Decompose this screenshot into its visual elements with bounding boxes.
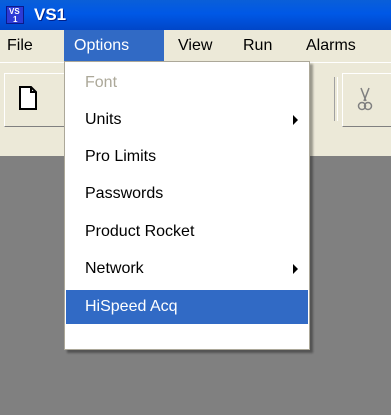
- menu-item-network-label: Network: [85, 260, 144, 277]
- menu-item-product-rocket[interactable]: Product Rocket: [66, 215, 308, 249]
- options-dropdown-menu: Font Units Pro Limits Passwords Product …: [64, 61, 310, 350]
- app-icon[interactable]: VS 1: [6, 6, 24, 24]
- menu-item-units[interactable]: Units: [66, 103, 308, 137]
- cut-button[interactable]: [342, 73, 391, 127]
- menu-alarms[interactable]: Alarms: [299, 30, 363, 62]
- window-title: VS1: [34, 5, 67, 24]
- submenu-arrow-icon: [293, 115, 298, 125]
- new-document-icon: [19, 86, 37, 115]
- menu-item-units-label: Units: [85, 111, 122, 128]
- menu-item-product-rocket-label: Product Rocket: [85, 223, 195, 240]
- menu-item-passwords[interactable]: Passwords: [66, 177, 308, 211]
- menu-item-font-label: Font: [85, 74, 118, 91]
- menu-item-font[interactable]: Font: [66, 66, 308, 100]
- new-button[interactable]: [4, 73, 68, 127]
- menu-options[interactable]: Options: [64, 30, 164, 62]
- menu-item-network[interactable]: Network: [66, 252, 308, 286]
- menu-file[interactable]: File: [0, 30, 40, 62]
- toolbar-separator: [334, 77, 338, 121]
- submenu-arrow-icon: [293, 264, 298, 274]
- cut-icon: [357, 86, 373, 117]
- menu-run[interactable]: Run: [236, 30, 279, 62]
- menu-item-hispeed-acq-label: HiSpeed Acq: [85, 298, 178, 315]
- menu-item-passwords-label: Passwords: [85, 185, 164, 202]
- menu-item-pro-limits-label: Pro Limits: [85, 148, 157, 165]
- app-icon-number: 1: [13, 15, 18, 24]
- menu-item-hispeed-acq[interactable]: HiSpeed Acq: [66, 290, 308, 324]
- menu-item-pro-limits[interactable]: Pro Limits: [66, 140, 308, 174]
- menu-view[interactable]: View: [171, 30, 219, 62]
- title-bar[interactable]: VS 1 VS1: [0, 0, 391, 30]
- menu-bar: File Options View Run Alarms: [0, 30, 391, 62]
